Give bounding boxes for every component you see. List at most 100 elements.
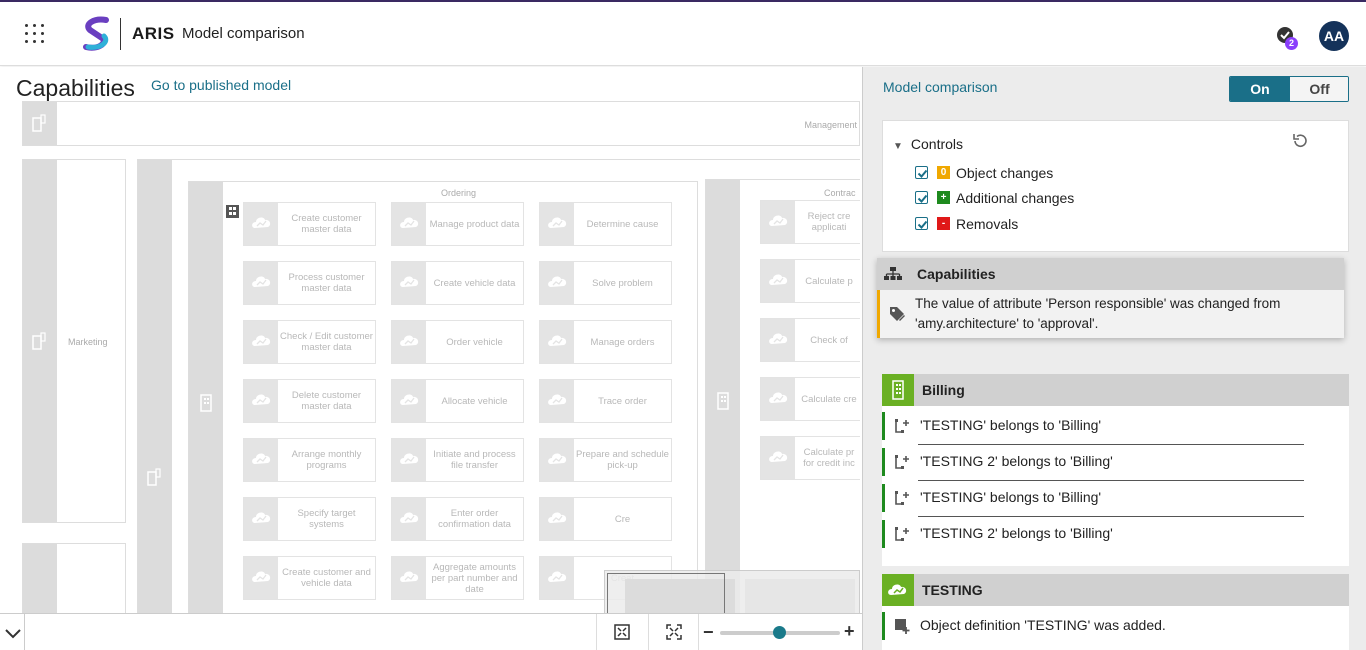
capability-icon [244,439,278,481]
capability-box[interactable]: Enter order confirmation data [391,497,524,541]
capability-box[interactable]: Aggregate amounts per part number and da… [391,556,524,600]
capability-box[interactable]: Specify target systems [243,497,376,541]
change-item-billing-3[interactable]: 'TESTING' belongs to 'Billing' [882,484,1349,512]
capability-label: Prepare and schedule pick-up [576,449,669,471]
capability-icon [540,380,574,422]
change-item-billing-2[interactable]: 'TESTING 2' belongs to 'Billing' [882,448,1349,476]
capability-box[interactable]: Reject cre applicati [760,200,860,244]
page-title: Capabilities [16,75,135,101]
capability-box[interactable]: Calculate cre [760,377,860,421]
capability-box[interactable]: Check / Edit customer master data [243,320,376,364]
group-title-billing: Billing [922,382,965,398]
zoom-in-button[interactable]: + [844,621,855,642]
change-item-billing-4[interactable]: 'TESTING 2' belongs to 'Billing' [882,520,1349,548]
lane-management[interactable]: Management [22,101,860,146]
capability-box[interactable]: Check of [760,318,860,362]
capability-label: Aggregate amounts per part number and da… [431,561,518,595]
capability-icon [540,439,574,481]
capability-icon [540,321,574,363]
controls-section: ▼ Controls 0 Object changes + Additional … [882,120,1349,252]
change-item-attribute[interactable]: The value of attribute 'Person responsib… [877,290,1344,338]
capability-box[interactable]: Order vehicle [391,320,524,364]
lane-lower[interactable] [22,543,126,613]
diagram-canvas[interactable]: Management Marketing Ordering Contrac Cr… [0,101,860,613]
additional-changes-checkbox[interactable] [915,191,928,204]
capability-label: Reject cre applicati [807,211,851,233]
zoom-out-button[interactable]: − [703,622,714,643]
capability-box[interactable]: Manage orders [539,320,672,364]
capability-box[interactable]: Calculate p [760,259,860,303]
capability-label: Calculate p [805,275,853,287]
group-title-testing: TESTING [922,582,983,598]
building-icon [200,394,212,412]
capability-icon [761,201,795,243]
tasks-count-badge: 2 [1285,37,1298,50]
object-changes-checkbox[interactable] [915,166,928,179]
capability-box[interactable]: Determine cause [539,202,672,246]
capability-label: Allocate vehicle [441,395,508,407]
change-item-testing-1[interactable]: Object definition 'TESTING' was added. [882,612,1349,640]
app-title: Model comparison [182,25,305,42]
group-header-billing[interactable]: Billing [882,374,1349,406]
capability-box[interactable]: Arrange monthly programs [243,438,376,482]
fullscreen-button[interactable] [648,614,698,650]
capability-icon [244,380,278,422]
change-item-billing-1[interactable]: 'TESTING' belongs to 'Billing' [882,412,1349,440]
minimap-viewport[interactable] [607,573,725,613]
capability-box[interactable]: Initiate and process file transfer [391,438,524,482]
toggle-off-button[interactable]: Off [1290,77,1348,101]
capability-label: Create customer master data [291,213,362,235]
diagram-minimap[interactable] [604,570,860,613]
change-text: 'TESTING' belongs to 'Billing' [920,417,1102,433]
capability-icon [392,498,426,540]
capability-icon [540,262,574,304]
capability-label: Manage product data [429,218,520,230]
controls-header[interactable]: ▼ Controls [893,136,963,152]
lane-marketing[interactable]: Marketing [22,159,126,523]
capability-label: Create customer and vehicle data [282,567,371,589]
change-text: 'TESTING' belongs to 'Billing' [920,489,1102,505]
capability-box[interactable]: Prepare and schedule pick-up [539,438,672,482]
group-header-testing[interactable]: TESTING [882,574,1349,606]
change-group-billing: Billing 'TESTING' belongs to 'Billing' '… [882,374,1349,566]
capability-icon [392,380,426,422]
capability-label: Initiate and process file transfer [433,449,516,471]
capability-box[interactable]: Process customer master data [243,261,376,305]
capability-box[interactable]: Delete customer master data [243,379,376,423]
go-to-published-model-link[interactable]: Go to published model [151,77,291,93]
capability-icon [540,557,574,599]
reset-icon[interactable] [1291,132,1309,150]
capability-icon [761,319,795,361]
fit-to-screen-button[interactable] [596,614,646,650]
brand-name: ARIS [132,24,175,43]
comparison-toggle[interactable]: On Off [1229,76,1349,102]
capability-icon [244,262,278,304]
relation-added-icon [895,527,909,541]
capability-icon [392,557,426,599]
panel-title: Model comparison [883,79,998,95]
app-launcher-icon[interactable] [24,23,46,45]
capability-icon [244,321,278,363]
capability-box[interactable]: Allocate vehicle [391,379,524,423]
capability-box[interactable]: Cre [539,497,672,541]
zoom-slider-handle[interactable] [773,626,786,639]
removals-checkbox[interactable] [915,217,928,230]
capability-box[interactable]: Solve problem [539,261,672,305]
capability-box[interactable]: Create customer and vehicle data [243,556,376,600]
user-avatar[interactable]: AA [1319,21,1349,51]
capability-box[interactable]: Trace order [539,379,672,423]
capability-box[interactable]: Calculate pr for credit inc [760,436,860,480]
capability-box[interactable]: Create customer master data [243,202,376,246]
capability-box[interactable]: Create vehicle data [391,261,524,305]
building-icon [717,392,729,410]
model-canvas-pane: Capabilities Go to published model Manag… [0,67,862,650]
group-header-capabilities[interactable]: Capabilities [877,258,1344,290]
chevron-down-icon[interactable] [2,622,24,644]
capability-box[interactable]: Manage product data [391,202,524,246]
capability-label: Solve problem [592,277,653,289]
capability-label: Calculate cre [801,393,857,405]
group-title-capabilities: Capabilities [917,266,996,282]
toggle-on-button[interactable]: On [1230,77,1290,101]
capability-label: Check of [810,334,848,346]
capability-label: Order vehicle [446,336,503,348]
